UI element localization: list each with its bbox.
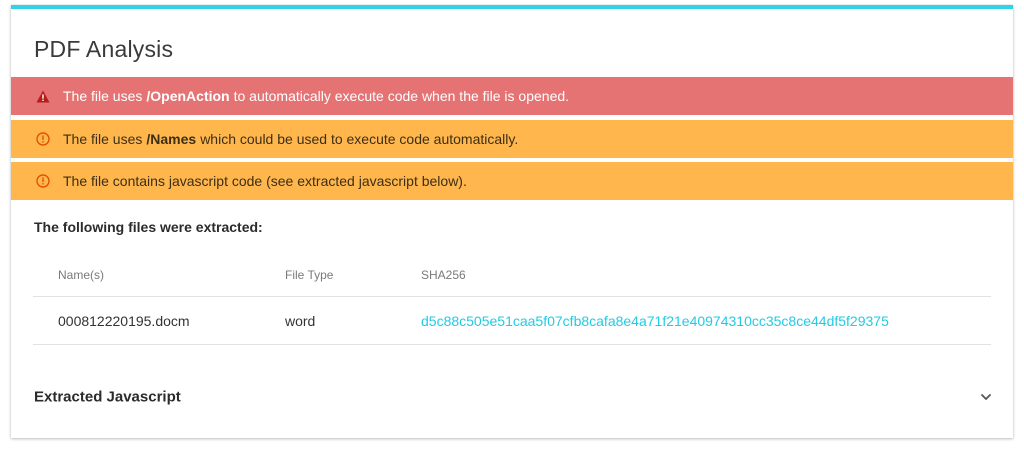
extracted-files-table: Name(s) File Type SHA256 000812220195.do…	[33, 253, 991, 345]
chevron-down-icon[interactable]	[979, 390, 993, 404]
alert-keyword: /OpenAction	[146, 88, 230, 104]
file-name-cell: 000812220195.docm	[58, 312, 190, 329]
sha256-link[interactable]: d5c88c505e51caa5f07cfb8cafa8e4a71f21e409…	[421, 313, 889, 329]
alert-text: The file contains javascript code (see e…	[63, 173, 467, 189]
table-row: 000812220195.docm word d5c88c505e51caa5f…	[33, 297, 991, 345]
alert-prefix: The file uses	[63, 131, 143, 147]
alert-keyword: /Names	[146, 131, 197, 147]
alert-openaction: The file uses /OpenAction to automatical…	[11, 77, 1013, 115]
file-type-cell: word	[285, 312, 316, 329]
alert-names: The file uses /Names which could be used…	[11, 120, 1013, 158]
page-title: PDF Analysis	[34, 36, 174, 62]
extracted-javascript-toggle[interactable]: Extracted Javascript	[11, 369, 1013, 424]
column-header-sha256: SHA256	[421, 267, 466, 282]
warning-circle-icon	[35, 131, 51, 147]
table-header: Name(s) File Type SHA256	[33, 253, 991, 297]
extracted-javascript-label: Extracted Javascript	[34, 388, 181, 405]
column-header-file-type: File Type	[285, 267, 334, 282]
alert-prefix: The file uses	[63, 88, 143, 104]
extracted-files-heading: The following files were extracted:	[34, 219, 263, 235]
warning-triangle-icon	[35, 88, 51, 104]
warning-circle-icon	[35, 173, 51, 189]
column-header-name: Name(s)	[58, 267, 105, 282]
pdf-analysis-card: PDF Analysis The file uses /OpenAction t…	[11, 5, 1013, 438]
alert-javascript: The file contains javascript code (see e…	[11, 162, 1013, 200]
alert-suffix: which could be used to execute code auto…	[200, 131, 519, 147]
alert-suffix: to automatically execute code when the f…	[233, 88, 570, 104]
